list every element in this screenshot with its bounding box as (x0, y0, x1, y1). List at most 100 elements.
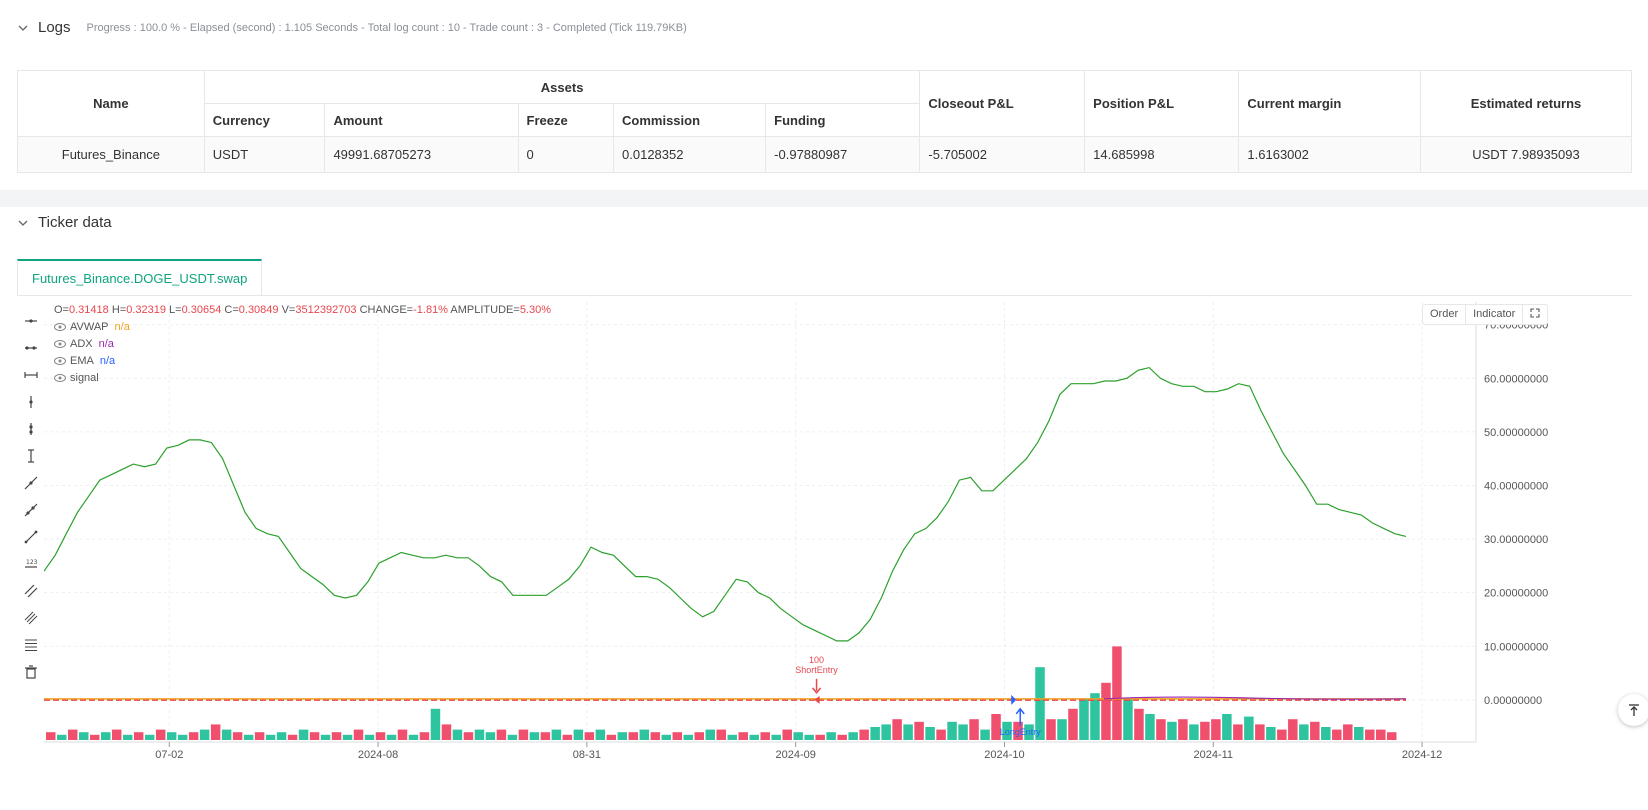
svg-text:123: 123 (26, 559, 38, 566)
volume-bar (606, 734, 617, 740)
volume-bar (188, 732, 199, 740)
volume-bar (716, 729, 726, 740)
volume-bar (1112, 646, 1122, 740)
volume-bar (155, 729, 166, 740)
logs-header[interactable]: Logs Progress : 100.0 % - Elapsed (secon… (18, 19, 687, 36)
amplitude-value: 5.30% (519, 304, 552, 316)
volume-bar (925, 727, 935, 740)
vertical-segment-tool-icon[interactable] (20, 442, 42, 469)
short-entry-label: ShortEntry (795, 665, 838, 675)
logs-panel: Logs Progress : 100.0 % - Elapsed (secon… (0, 0, 1648, 190)
short-entry-qty: 100 (809, 655, 824, 665)
eye-icon[interactable] (54, 357, 66, 365)
trend-line-tool-icon[interactable] (20, 469, 42, 496)
volume-bar (452, 729, 463, 740)
logs-title: Logs (38, 19, 71, 36)
pitchfork-tool-icon[interactable] (20, 604, 42, 631)
indicator-button[interactable]: Indicator (1466, 305, 1524, 324)
price-label-tool-icon[interactable]: 123 (20, 550, 42, 577)
series-line (44, 366, 1407, 642)
x-tick-label: 2024-09 (775, 749, 815, 761)
vertical-ray-tool-icon[interactable] (20, 415, 42, 442)
legend-label: ADX (70, 338, 93, 350)
col-amount: Amount (324, 103, 519, 137)
fullscreen-icon[interactable] (1523, 305, 1547, 324)
x-tick-label: 2024-08 (358, 749, 398, 761)
volume-bar (1376, 729, 1386, 740)
volume-bar (419, 732, 430, 740)
volume-bar (1288, 719, 1298, 740)
volume-bar (749, 734, 759, 740)
volume-bar (1134, 708, 1144, 740)
legend-value: n/a (99, 355, 116, 367)
y-tick-label: 40.00000000 (1484, 480, 1548, 492)
volume-bar (683, 734, 694, 740)
cell-name: Futures_Binance (17, 136, 205, 173)
legend-adx[interactable]: ADX n/a (54, 338, 114, 350)
volume-bar (892, 719, 902, 740)
order-button[interactable]: Order (1423, 305, 1467, 324)
tab-divider (17, 295, 1632, 296)
price-chart[interactable]: 70.0000000060.0000000050.0000000040.0000… (44, 302, 1554, 802)
trash-icon[interactable] (20, 658, 42, 685)
volume-bar (463, 732, 474, 740)
volume-bar (1101, 682, 1111, 740)
eye-icon[interactable] (54, 374, 66, 382)
ticker-panel: Ticker data Futures_Binance.DOGE_USDT.sw… (0, 207, 1648, 810)
horizontal-ray-tool-icon[interactable] (20, 334, 42, 361)
volume-bar (584, 732, 595, 740)
scroll-to-top-button[interactable] (1618, 694, 1648, 726)
eye-icon[interactable] (54, 340, 66, 348)
volume-bar (364, 734, 375, 740)
cell-commission: 0.0128352 (613, 136, 767, 173)
chevron-down-icon[interactable] (18, 218, 28, 228)
volume-bar (628, 732, 639, 740)
volume-bar (760, 732, 770, 740)
open-value: 0.31418 (68, 304, 109, 316)
volume-bar (276, 732, 287, 740)
volume-bar (232, 732, 243, 740)
horizontal-segment-tool-icon[interactable] (20, 361, 42, 388)
parallel-channel-tool-icon[interactable] (20, 577, 42, 604)
volume-bar (210, 724, 221, 740)
volume-bar (298, 729, 309, 740)
col-funding: Funding (765, 103, 921, 137)
col-freeze: Freeze (517, 103, 615, 137)
cell-freeze: 0 (517, 136, 615, 173)
eye-icon[interactable] (54, 323, 66, 331)
y-tick-label: 20.00000000 (1484, 588, 1548, 600)
volume-bar (595, 729, 606, 740)
y-tick-label: 0.00000000 (1484, 695, 1542, 707)
tab-doge-usdt-swap[interactable]: Futures_Binance.DOGE_USDT.swap (17, 259, 263, 295)
fibonacci-tool-icon[interactable] (20, 631, 42, 658)
volume-bar (947, 721, 957, 740)
horizontal-line-tool-icon[interactable] (20, 307, 42, 334)
segment-tool-icon[interactable] (20, 523, 42, 550)
ray-line-tool-icon[interactable] (20, 496, 42, 523)
legend-signal[interactable]: signal (54, 372, 99, 384)
short-entry-marker (814, 695, 820, 704)
volume-bar (320, 734, 331, 740)
volume-bar (705, 729, 716, 740)
cell-funding: -0.97880987 (765, 136, 921, 173)
ticker-header[interactable]: Ticker data (18, 214, 112, 231)
volume-bar (496, 729, 507, 740)
volume-bar (958, 724, 968, 740)
volume-bar (287, 734, 298, 740)
change-value: -1.81% (413, 304, 448, 316)
cell-amount: 49991.68705273 (324, 136, 519, 173)
vertical-line-tool-icon[interactable] (20, 388, 42, 415)
volume-bar (1365, 729, 1375, 740)
legend-avwap[interactable]: AVWAP n/a (54, 321, 130, 333)
volume-bar (67, 729, 78, 740)
volume-bar (1299, 724, 1309, 740)
volume-bar (1189, 724, 1199, 740)
volume-bar (826, 732, 836, 740)
chevron-down-icon[interactable] (18, 23, 28, 33)
x-tick-label: 2024-12 (1402, 749, 1442, 761)
volume-bar (694, 732, 705, 740)
legend-ema[interactable]: EMA n/a (54, 355, 115, 367)
volume-bar (1343, 724, 1353, 740)
col-group-assets: Assets (203, 70, 921, 104)
table-row: Futures_Binance USDT 49991.68705273 0 0.… (17, 136, 1633, 173)
